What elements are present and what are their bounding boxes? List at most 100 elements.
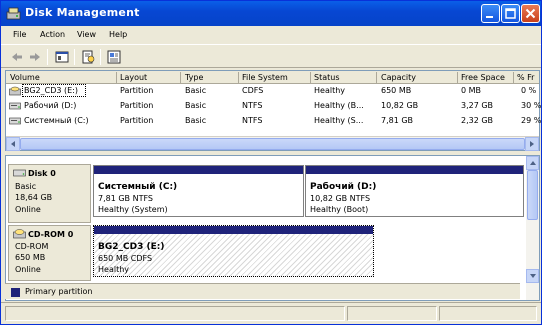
status-field <box>439 306 537 321</box>
minimize-icon <box>486 16 493 18</box>
column-divider[interactable] <box>310 72 311 83</box>
back-arrow-icon[interactable] <box>10 50 24 64</box>
partition-detail: 10,82 GB NTFS <box>310 194 371 203</box>
minimize-button[interactable] <box>481 4 500 23</box>
legend-bar: Primary partition <box>5 283 520 299</box>
menu-action[interactable]: Action <box>40 30 65 39</box>
column-header-file-system[interactable]: File System <box>242 73 288 82</box>
column-header-capacity[interactable]: Capacity <box>381 73 416 82</box>
volume-type: Basic <box>185 101 207 110</box>
partition-status: Healthy <box>98 265 130 274</box>
menu-help[interactable]: Help <box>109 30 127 39</box>
partition-d[interactable]: Рабочий (D:) 10,82 GB NTFS Healthy (Boot… <box>305 165 524 217</box>
menu-view[interactable]: View <box>77 30 96 39</box>
disk-0-label[interactable]: Disk 0 Basic 18,64 GB Online <box>8 164 91 223</box>
column-divider[interactable] <box>116 72 117 83</box>
forward-arrow-icon[interactable] <box>28 50 42 64</box>
column-header-percent-free[interactable]: % Fr <box>517 73 534 82</box>
volume-file-system: NTFS <box>242 116 263 125</box>
toolbar-separator <box>100 49 101 65</box>
column-divider[interactable] <box>376 72 377 83</box>
volume-free-space: 0 MB <box>461 86 482 95</box>
volume-row[interactable]: Системный (C:) Partition Basic NTFS Heal… <box>6 114 542 129</box>
volume-row[interactable]: BG2_CD3 (E:) Partition Basic CDFS Health… <box>6 84 539 99</box>
volume-status: Healthy (B... <box>314 101 364 110</box>
scroll-up-arrow-icon <box>530 161 536 165</box>
close-button[interactable] <box>521 4 540 23</box>
volume-list-header: Volume Layout Type File System Status Ca… <box>6 71 539 84</box>
column-divider[interactable] <box>238 72 239 83</box>
toolbar-separator <box>47 49 48 65</box>
volume-layout: Partition <box>120 101 154 110</box>
hard-drive-icon <box>9 117 21 125</box>
horizontal-scrollbar[interactable] <box>6 136 539 151</box>
partition-status: Healthy (System) <box>98 205 168 214</box>
partition-detail: 650 MB CDFS <box>98 254 153 263</box>
partition-title: BG2_CD3 (E:) <box>98 242 165 252</box>
help-topics-icon[interactable] <box>107 50 121 64</box>
column-divider[interactable] <box>457 72 458 83</box>
cd-drive-icon <box>9 86 21 96</box>
legend-swatch <box>11 288 20 297</box>
volume-name: Рабочий (D:) <box>24 101 77 110</box>
disk-management-app-icon <box>6 7 21 20</box>
window-title: Disk Management <box>25 6 140 19</box>
volume-list-panel: Volume Layout Type File System Status Ca… <box>5 70 542 151</box>
column-header-free-space[interactable]: Free Space <box>461 73 505 82</box>
legend-label: Primary partition <box>25 287 93 296</box>
scroll-left-arrow-icon <box>11 141 15 147</box>
vertical-scrollbar[interactable] <box>526 156 539 300</box>
volume-capacity: 650 MB <box>381 86 412 95</box>
column-header-volume[interactable]: Volume <box>10 73 40 82</box>
column-header-layout[interactable]: Layout <box>120 73 147 82</box>
disk-state: Online <box>15 265 41 274</box>
menu-file[interactable]: File <box>13 30 26 39</box>
volume-row[interactable]: Рабочий (D:) Partition Basic NTFS Health… <box>6 99 542 114</box>
partition-c[interactable]: Системный (C:) 7,81 GB NTFS Healthy (Sys… <box>93 165 304 217</box>
partition-title: Рабочий (D:) <box>310 182 377 192</box>
vertical-scroll-thumb[interactable] <box>527 170 538 220</box>
scroll-down-button[interactable] <box>526 269 539 283</box>
volume-free-space: 2,32 GB <box>461 116 494 125</box>
scroll-right-button[interactable] <box>525 137 539 151</box>
volume-status: Healthy <box>314 86 346 95</box>
partition-title: Системный (C:) <box>98 182 178 192</box>
menu-bar: File Action View Help <box>1 27 541 43</box>
column-header-type[interactable]: Type <box>185 73 203 82</box>
volume-capacity: 7,81 GB <box>381 116 414 125</box>
status-bar <box>1 302 541 324</box>
volume-name: Системный (C:) <box>24 116 89 125</box>
show-hide-console-tree-icon[interactable] <box>55 50 69 64</box>
partition-status: Healthy (Boot) <box>310 205 369 214</box>
column-divider[interactable] <box>180 72 181 83</box>
cd-rom-0-label[interactable]: CD-ROM 0 CD-ROM 650 MB Online <box>8 225 91 281</box>
volume-file-system: CDFS <box>242 86 264 95</box>
status-field <box>347 306 437 321</box>
properties-icon[interactable] <box>81 50 95 64</box>
disk-size: 18,64 GB <box>15 193 53 202</box>
volume-status: Healthy (S... <box>314 116 364 125</box>
volume-percent-free: 29 % <box>521 116 542 125</box>
maximize-button[interactable] <box>501 4 520 23</box>
scroll-up-button[interactable] <box>526 156 539 170</box>
hard-disk-icon <box>13 169 26 177</box>
volume-percent-free: 30 % <box>521 101 542 110</box>
disk-kind: Basic <box>15 182 37 191</box>
maximize-icon <box>505 8 516 19</box>
partition-detail: 7,81 GB NTFS <box>98 194 153 203</box>
scroll-down-arrow-icon <box>530 274 536 278</box>
scroll-left-button[interactable] <box>6 137 20 151</box>
volume-type: Basic <box>185 86 207 95</box>
column-header-status[interactable]: Status <box>314 73 340 82</box>
horizontal-scroll-thumb[interactable] <box>20 138 525 150</box>
volume-layout: Partition <box>120 116 154 125</box>
graphical-disk-panel: Disk 0 Basic 18,64 GB Online Системный (… <box>5 155 540 301</box>
volume-file-system: NTFS <box>242 101 263 110</box>
column-divider[interactable] <box>513 72 514 83</box>
partition-e[interactable]: BG2_CD3 (E:) 650 MB CDFS Healthy <box>93 225 374 277</box>
hard-drive-icon <box>9 102 21 110</box>
disk-kind: CD-ROM <box>15 242 49 251</box>
toolbar-separator <box>74 49 75 65</box>
title-bar[interactable]: Disk Management <box>1 1 541 26</box>
volume-name: BG2_CD3 (E:) <box>24 86 79 95</box>
